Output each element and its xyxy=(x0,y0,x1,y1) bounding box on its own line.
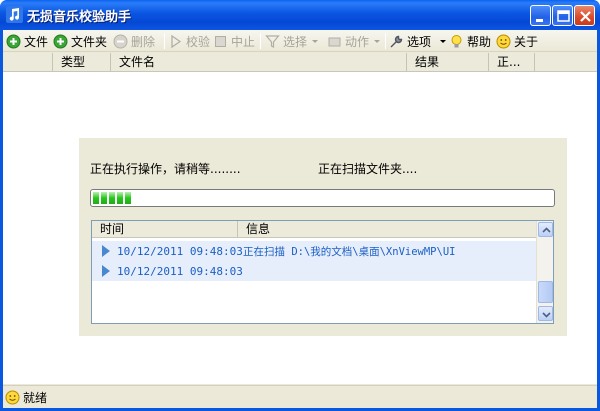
log-scrollbar[interactable] xyxy=(536,221,553,323)
column-header-blank[interactable] xyxy=(3,53,53,71)
column-header-type[interactable]: 类型 xyxy=(53,53,111,71)
scan-message: 正在扫描文件夹.... xyxy=(318,162,418,176)
play-icon xyxy=(102,245,110,257)
column-header-result[interactable]: 结果 xyxy=(407,53,489,71)
status-text: 就绪 xyxy=(23,390,48,405)
action-label: 动作 xyxy=(345,34,370,49)
column-header-extra[interactable]: 正... xyxy=(489,53,535,71)
chevron-down-icon xyxy=(542,312,551,318)
log-row[interactable]: 10/12/2011 09:48:03 正在扫描 D:\我的文档\桌面\XnVi… xyxy=(92,241,536,261)
progress-segment xyxy=(125,192,131,204)
client-area: 文件 文件夹 删除 校验 中止 选择 动作 选项 帮助 关于 类型 文件名 结果… xyxy=(3,30,597,408)
select-button[interactable]: 选择 xyxy=(265,32,319,50)
progress-panel: 正在执行操作，请稍等........ 正在扫描文件夹.... 时间 信息 10/… xyxy=(79,138,567,336)
status-bar: 就绪 xyxy=(3,385,597,408)
add-folder-button[interactable]: 文件夹 xyxy=(53,32,107,50)
progress-segment xyxy=(93,192,99,204)
add-folder-label: 文件夹 xyxy=(71,34,108,49)
help-label: 帮助 xyxy=(467,34,492,49)
maximize-button[interactable] xyxy=(552,5,573,26)
log-row[interactable]: 10/12/2011 09:48:03 xyxy=(92,261,536,281)
options-button[interactable]: 选项 xyxy=(389,32,447,50)
title-bar[interactable]: 无损音乐校验助手 xyxy=(0,0,600,30)
chevron-down-icon xyxy=(374,39,381,43)
action-icon xyxy=(328,37,341,46)
add-icon xyxy=(6,34,21,48)
toolbar-separator xyxy=(260,33,261,49)
scroll-thumb[interactable] xyxy=(538,281,553,303)
log-time: 10/12/2011 09:48:03 xyxy=(117,244,243,258)
smiley-icon xyxy=(5,390,20,404)
log-message: 正在扫描 D:\我的文档\桌面\XnViewMP\UI xyxy=(243,245,456,258)
chevron-down-icon xyxy=(440,39,447,43)
options-label: 选项 xyxy=(407,34,432,49)
play-icon xyxy=(171,34,182,48)
remove-button[interactable]: 删除 xyxy=(113,32,155,50)
scroll-down-button[interactable] xyxy=(538,306,553,321)
stop-label: 中止 xyxy=(231,34,256,49)
minimize-button[interactable] xyxy=(530,5,551,26)
progress-segment xyxy=(109,192,115,204)
play-icon xyxy=(102,265,110,277)
file-list[interactable]: 正在执行操作，请稍等........ 正在扫描文件夹.... 时间 信息 10/… xyxy=(3,72,597,384)
status-message: 正在执行操作，请稍等........ xyxy=(90,162,241,176)
chevron-up-icon xyxy=(542,227,551,233)
stop-button[interactable]: 中止 xyxy=(213,32,255,50)
log-list[interactable]: 时间 信息 10/12/2011 09:48:03 正在扫描 D:\我的文档\桌… xyxy=(91,220,554,324)
progress-segment xyxy=(101,192,107,204)
column-header-filename[interactable]: 文件名 xyxy=(111,53,407,71)
close-icon xyxy=(580,11,591,22)
close-button[interactable] xyxy=(574,5,595,26)
smiley-icon xyxy=(496,34,511,48)
wrench-icon xyxy=(390,35,403,47)
music-note-icon xyxy=(6,6,23,23)
help-button[interactable]: 帮助 xyxy=(449,32,491,50)
remove-label: 删除 xyxy=(131,34,156,49)
toolbar-separator xyxy=(164,33,165,49)
verify-label: 校验 xyxy=(186,34,211,49)
verify-button[interactable]: 校验 xyxy=(168,32,210,50)
toolbar: 文件 文件夹 删除 校验 中止 选择 动作 选项 帮助 关于 xyxy=(3,30,597,52)
toolbar-separator xyxy=(385,33,386,49)
progress-segment xyxy=(117,192,123,204)
about-label: 关于 xyxy=(514,34,539,49)
window-title: 无损音乐校验助手 xyxy=(27,10,132,25)
about-button[interactable]: 关于 xyxy=(496,32,538,50)
log-column-info[interactable]: 信息 xyxy=(238,221,536,237)
add-file-label: 文件 xyxy=(24,34,49,49)
file-list-header: 类型 文件名 结果 正... xyxy=(3,53,597,72)
chevron-down-icon xyxy=(312,39,319,43)
log-header: 时间 信息 xyxy=(92,221,536,238)
stop-icon xyxy=(215,35,226,47)
main-window: 无损音乐校验助手 文件 文件夹 删除 校验 中止 选择 动作 选项 帮助 关于 … xyxy=(0,0,600,411)
add-file-button[interactable]: 文件 xyxy=(6,32,48,50)
select-label: 选择 xyxy=(283,34,308,49)
action-button[interactable]: 动作 xyxy=(327,32,381,50)
log-time: 10/12/2011 09:48:03 xyxy=(117,264,243,278)
lightbulb-icon xyxy=(451,34,462,47)
minimize-icon xyxy=(536,19,543,22)
progress-fill xyxy=(93,192,131,204)
log-column-time[interactable]: 时间 xyxy=(92,221,238,237)
scroll-up-button[interactable] xyxy=(538,222,553,237)
progress-bar xyxy=(90,189,555,207)
add-folder-icon xyxy=(53,34,68,48)
remove-icon xyxy=(113,34,128,48)
maximize-icon xyxy=(557,10,570,22)
filter-icon xyxy=(265,34,280,48)
